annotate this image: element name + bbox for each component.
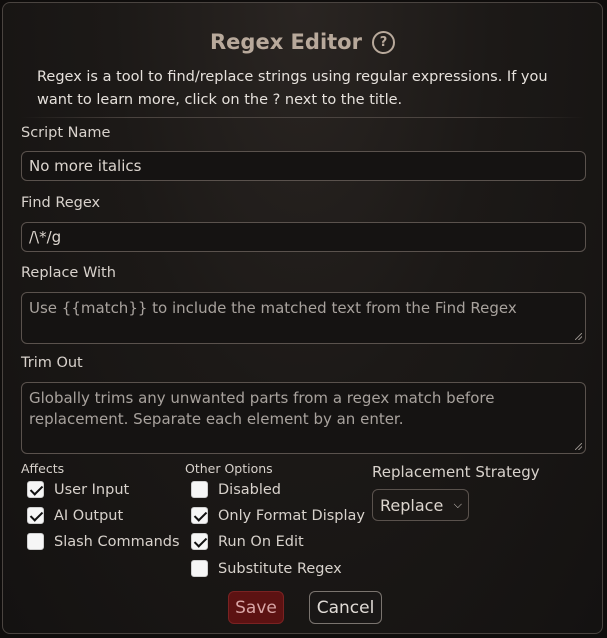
slash-commands-checkbox[interactable]: [27, 533, 44, 550]
trim-out-placeholder: Globally trims any unwanted parts from a…: [29, 389, 495, 428]
replacement-strategy-select[interactable]: Replace ⌵: [372, 489, 469, 521]
find-regex-value: /\*/g: [29, 228, 62, 246]
option-run-on-edit[interactable]: Run On Edit: [191, 533, 304, 550]
option-label: Disabled: [218, 481, 281, 498]
option-label: Only Format Display: [218, 507, 365, 524]
option-only-format-display[interactable]: Only Format Display: [191, 507, 365, 524]
option-disabled[interactable]: Disabled: [191, 481, 281, 498]
regex-editor-dialog: Regex Editor ? Regex is a tool to find/r…: [2, 2, 603, 634]
ai-output-checkbox[interactable]: [27, 507, 44, 524]
affects-user-input[interactable]: User Input: [27, 481, 129, 498]
affects-slash-commands[interactable]: Slash Commands: [27, 533, 180, 550]
substitute-regex-checkbox[interactable]: [191, 560, 208, 577]
script-name-value: No more italics: [29, 157, 142, 175]
option-label: User Input: [54, 481, 130, 498]
replacement-strategy-label: Replacement Strategy: [372, 463, 540, 481]
resize-handle-icon[interactable]: [575, 333, 582, 340]
option-substitute-regex[interactable]: Substitute Regex: [191, 560, 342, 577]
trim-out-label: Trim Out: [21, 355, 83, 371]
find-regex-input[interactable]: /\*/g: [21, 222, 586, 252]
option-label: Run On Edit: [218, 533, 304, 550]
other-options-heading: Other Options: [185, 461, 273, 476]
save-button[interactable]: Save: [228, 591, 284, 624]
dialog-title: Regex Editor: [210, 30, 362, 54]
chevron-down-icon: ⌵: [453, 498, 462, 511]
replace-with-label: Replace With: [21, 265, 116, 281]
option-label: Slash Commands: [54, 533, 180, 550]
affects-heading: Affects: [21, 461, 65, 476]
cancel-button[interactable]: Cancel: [309, 591, 382, 624]
title-row: Regex Editor ?: [3, 27, 602, 57]
disabled-checkbox[interactable]: [191, 481, 208, 498]
find-regex-label: Find Regex: [21, 195, 101, 211]
divider: [21, 117, 584, 118]
script-name-label: Script Name: [21, 125, 111, 141]
user-input-checkbox[interactable]: [27, 481, 44, 498]
replace-with-placeholder: Use {{match}} to include the matched tex…: [29, 299, 517, 317]
affects-ai-output[interactable]: AI Output: [27, 507, 123, 524]
option-label: AI Output: [54, 507, 124, 524]
run-on-edit-checkbox[interactable]: [191, 533, 208, 550]
replace-with-textarea[interactable]: Use {{match}} to include the matched tex…: [21, 292, 586, 344]
only-format-display-checkbox[interactable]: [191, 507, 208, 524]
selected-strategy: Replace: [380, 495, 444, 515]
help-icon[interactable]: ?: [371, 30, 395, 54]
option-label: Substitute Regex: [218, 560, 342, 577]
resize-handle-icon[interactable]: [575, 443, 582, 450]
script-name-input[interactable]: No more italics: [21, 151, 586, 181]
trim-out-textarea[interactable]: Globally trims any unwanted parts from a…: [21, 382, 586, 454]
dialog-description: Regex is a tool to find/replace strings …: [37, 69, 548, 108]
